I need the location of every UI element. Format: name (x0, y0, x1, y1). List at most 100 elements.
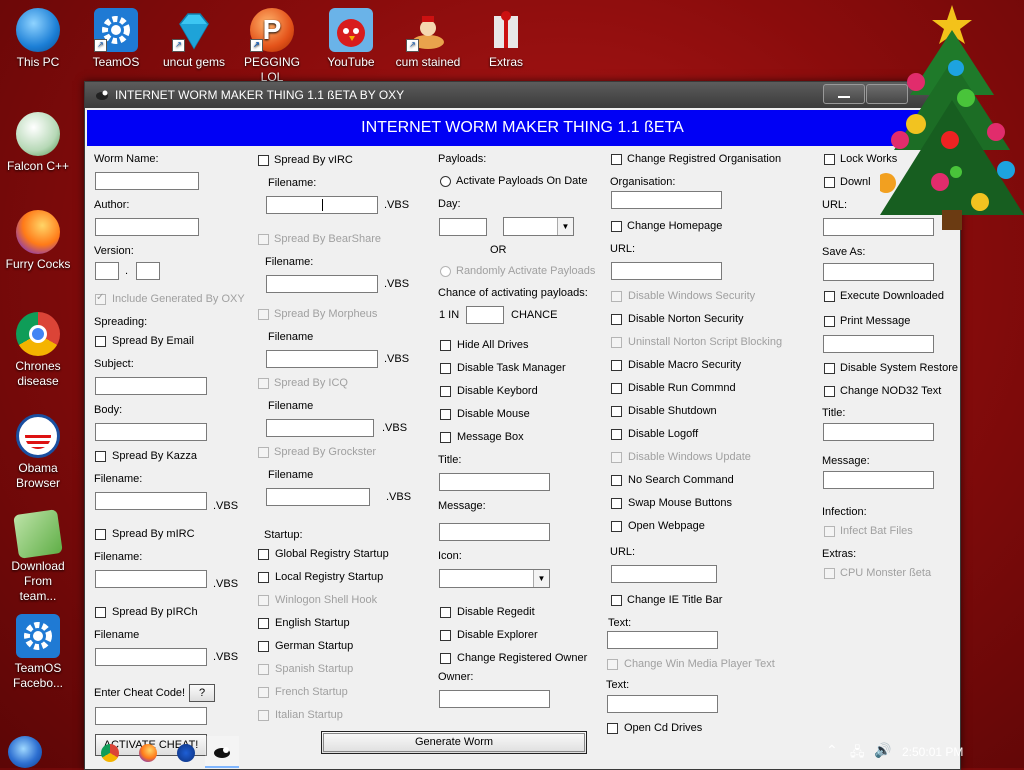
kazza-filename-input[interactable] (95, 492, 207, 510)
execute-downloaded-checkbox[interactable] (824, 291, 835, 302)
taskbar-firefox-icon[interactable] (139, 744, 157, 762)
disable-system-restore-checkbox[interactable] (824, 363, 835, 374)
option-checkbox[interactable] (611, 521, 622, 532)
month-select[interactable]: ▼ (503, 217, 574, 236)
homepage-url-input[interactable] (611, 262, 722, 280)
spread-pirch-checkbox[interactable] (95, 607, 106, 618)
option-checkbox[interactable] (611, 360, 622, 371)
virc-filename-input[interactable] (266, 196, 378, 214)
option-checkbox[interactable] (258, 572, 269, 583)
desktop-icon-youtube[interactable]: YouTube (318, 8, 384, 70)
randomly-activate-radio[interactable] (440, 266, 451, 277)
activate-on-date-radio[interactable] (440, 176, 451, 187)
icon-select[interactable]: ▼ (439, 569, 550, 588)
change-homepage-checkbox[interactable] (611, 221, 622, 232)
worm-name-input[interactable] (95, 172, 199, 190)
print-message-input[interactable] (823, 335, 934, 353)
option-checkbox[interactable] (258, 687, 269, 698)
desktop-icon-teamos[interactable]: ↗ TeamOS (83, 8, 149, 70)
author-input[interactable] (95, 218, 199, 236)
cheat-help-button[interactable]: ? (189, 684, 215, 702)
change-ie-title-checkbox[interactable] (611, 595, 622, 606)
option-checkbox[interactable] (611, 383, 622, 394)
taskbar-chrome-icon[interactable] (101, 744, 119, 762)
body-input[interactable] (95, 423, 207, 441)
spread-mirc-checkbox[interactable] (95, 529, 106, 540)
option-checkbox[interactable] (258, 664, 269, 675)
desktop-icon-download[interactable]: Download From team... (5, 509, 71, 604)
option-checkbox[interactable] (440, 653, 451, 664)
cpu-monster-checkbox[interactable] (824, 568, 835, 579)
option-checkbox[interactable] (440, 607, 451, 618)
option-checkbox[interactable] (611, 498, 622, 509)
download-checkbox[interactable] (824, 177, 835, 188)
cheat-code-input[interactable] (95, 707, 207, 725)
change-org-checkbox[interactable] (611, 154, 622, 165)
option-checkbox[interactable] (440, 630, 451, 641)
spread-email-checkbox[interactable] (95, 336, 106, 347)
start-button[interactable] (8, 736, 42, 768)
wmp-text-input[interactable] (607, 695, 718, 713)
owner-input[interactable] (439, 690, 550, 708)
option-checkbox[interactable] (258, 595, 269, 606)
icq-filename-input[interactable] (266, 419, 374, 437)
option-checkbox[interactable] (440, 386, 451, 397)
option-checkbox[interactable] (440, 432, 451, 443)
option-checkbox[interactable] (258, 618, 269, 629)
window-titlebar[interactable]: INTERNET WORM MAKER THING 1.1 ßETA BY OX… (85, 82, 960, 108)
subject-input[interactable] (95, 377, 207, 395)
option-checkbox[interactable] (611, 429, 622, 440)
infect-bat-checkbox[interactable] (824, 526, 835, 537)
option-checkbox[interactable] (611, 452, 622, 463)
webpage-url-input[interactable] (611, 565, 717, 583)
desktop-icon-cum-stained[interactable]: ↗ cum stained (395, 8, 461, 70)
mirc-filename-input[interactable] (95, 570, 207, 588)
clock[interactable]: 2:50:01 PM (902, 745, 963, 759)
version-minor-input[interactable] (136, 262, 160, 280)
chevron-up-icon[interactable]: ⌃ (826, 742, 838, 759)
save-as-input[interactable] (823, 263, 934, 281)
pirch-filename-input[interactable] (95, 648, 207, 666)
desktop-icon-uncut-gems[interactable]: ↗ uncut gems (161, 8, 227, 70)
include-generated-checkbox[interactable] (95, 292, 106, 305)
grockster-filename-input[interactable] (266, 488, 370, 506)
taskbar-worm-maker-icon[interactable] (205, 736, 239, 768)
option-checkbox[interactable] (258, 710, 269, 721)
spread-kazza-checkbox[interactable] (95, 451, 106, 462)
morpheus-filename-input[interactable] (266, 350, 378, 368)
open-cd-checkbox[interactable] (607, 723, 618, 734)
option-checkbox[interactable] (611, 475, 622, 486)
volume-icon[interactable]: 🔊 (874, 742, 891, 759)
option-checkbox[interactable] (258, 641, 269, 652)
taskbar-app-icon[interactable] (177, 744, 195, 762)
desktop-icon-chrome[interactable]: Chrones disease (5, 312, 71, 389)
option-checkbox[interactable] (611, 337, 622, 348)
option-checkbox[interactable] (440, 363, 451, 374)
organisation-input[interactable] (611, 191, 722, 209)
desktop-icon-obama[interactable]: Obama Browser (5, 414, 71, 491)
chance-input[interactable] (466, 306, 504, 324)
desktop-icon-falcon[interactable]: Falcon C++ (5, 112, 71, 174)
day-input[interactable] (439, 218, 487, 236)
option-checkbox[interactable] (440, 409, 451, 420)
option-checkbox[interactable] (611, 406, 622, 417)
desktop-icon-teamos-facebook[interactable]: TeamOS Facebo... (5, 614, 71, 691)
ie-text-input[interactable] (607, 631, 718, 649)
network-icon[interactable]: 🖧 (850, 743, 865, 765)
option-checkbox[interactable] (440, 340, 451, 351)
desktop-icon-pegging[interactable]: P ↗ PEGGING LOL (239, 8, 305, 85)
msgbox-title-input[interactable] (439, 473, 550, 491)
option-checkbox[interactable] (611, 314, 622, 325)
option-checkbox[interactable] (611, 291, 622, 302)
nod32-title-input[interactable] (823, 423, 934, 441)
change-wmp-checkbox[interactable] (607, 659, 618, 670)
spread-bearshare-checkbox[interactable] (258, 234, 269, 245)
option-checkbox[interactable] (258, 549, 269, 560)
desktop-icon-furry[interactable]: Furry Cocks (5, 210, 71, 272)
lock-workstation-checkbox[interactable] (824, 154, 835, 165)
change-nod32-checkbox[interactable] (824, 386, 835, 397)
desktop-icon-this-pc[interactable]: This PC (5, 8, 71, 70)
desktop-icon-extras[interactable]: Extras (473, 8, 539, 70)
msgbox-message-input[interactable] (439, 523, 550, 541)
version-major-input[interactable] (95, 262, 119, 280)
